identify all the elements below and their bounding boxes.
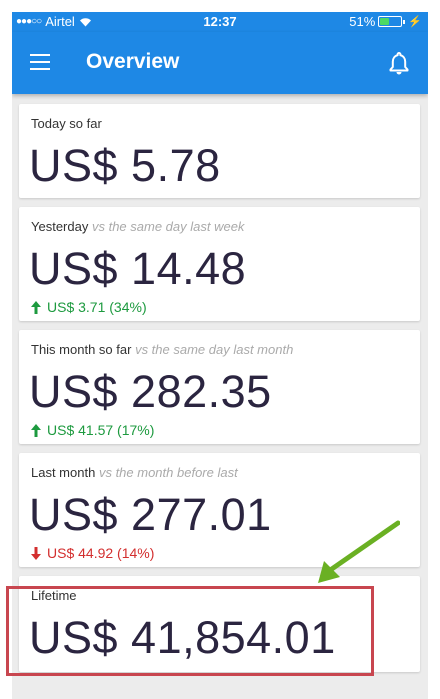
pointer-arrow-icon <box>318 520 400 583</box>
card-comparison: vs the month before last <box>98 465 238 480</box>
card-this-month[interactable]: This month so far vs the same day last m… <box>19 330 420 444</box>
arrow-down-icon <box>31 546 41 560</box>
card-label: Yesterday vs the same day last week <box>31 219 245 234</box>
card-value: US$ 277.01 <box>29 489 272 540</box>
charging-bolt-icon: ⚡ <box>408 16 422 28</box>
battery-percent: 51% <box>349 14 376 29</box>
menu-icon[interactable] <box>30 54 50 70</box>
card-change: US$ 3.71 (34%) <box>31 299 147 315</box>
bell-icon[interactable] <box>388 51 410 75</box>
card-today[interactable]: Today so far US$ 5.78 <box>19 104 420 198</box>
app-bar: Overview <box>12 32 428 94</box>
arrow-up-icon <box>31 423 41 437</box>
card-yesterday[interactable]: Yesterday vs the same day last week US$ … <box>19 207 420 321</box>
arrow-up-icon <box>31 300 41 314</box>
battery-tip <box>403 19 406 24</box>
status-bar: ●●●○○ Airtel 12:37 51% ⚡ <box>12 12 428 32</box>
battery-icon <box>378 16 403 27</box>
card-label: This month so far vs the same day last m… <box>31 342 294 357</box>
battery-fill <box>380 18 390 25</box>
highlight-box <box>6 586 374 676</box>
card-comparison: vs the same day last month <box>135 342 294 357</box>
card-change: US$ 41.57 (17%) <box>31 422 154 438</box>
card-value: US$ 14.48 <box>29 243 247 294</box>
card-label: Last month vs the month before last <box>31 465 238 480</box>
card-comparison: vs the same day last week <box>91 219 245 234</box>
card-value: US$ 282.35 <box>29 366 272 417</box>
card-label: Today so far <box>31 116 102 131</box>
card-change: US$ 44.92 (14%) <box>31 545 154 561</box>
card-value: US$ 5.78 <box>29 140 221 191</box>
status-right: 51% ⚡ <box>349 14 422 29</box>
page-title: Overview <box>86 50 180 73</box>
